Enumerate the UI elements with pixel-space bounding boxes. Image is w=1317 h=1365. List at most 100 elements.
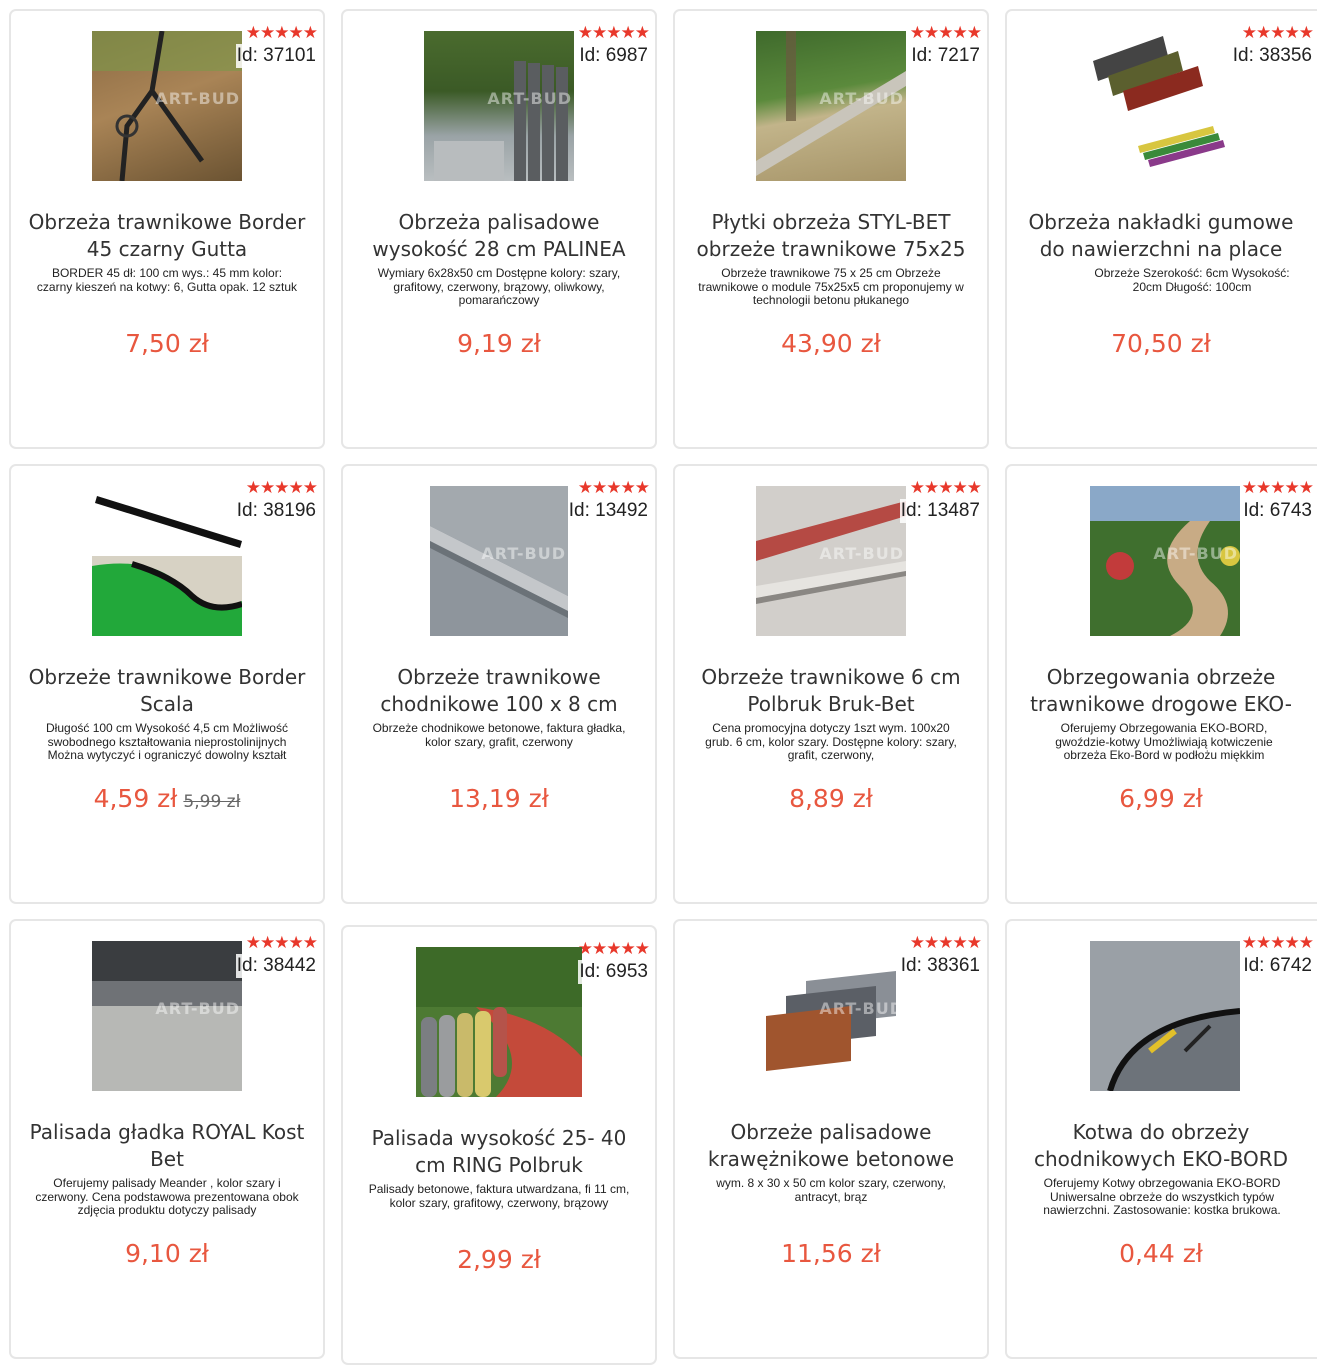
product-card[interactable]: ★★★★★ Id: 38442 ART-BUD Palisada gładka … <box>9 919 325 1359</box>
product-card[interactable]: ★★★★★ Id: 13492 ART-BUD Obrzeże trawniko… <box>341 464 657 904</box>
rating-stars: ★★★★★ <box>1241 478 1314 498</box>
product-price: 0,44 zł <box>1007 1239 1315 1268</box>
product-card[interactable]: ★★★★★ Id: 38196 Obrzeże trawnikowe Borde… <box>9 464 325 904</box>
rating-stars: ★★★★★ <box>577 478 650 498</box>
product-card[interactable]: ★★★★★ Id: 6743 ART-BUD Obrzegowania obrz… <box>1005 464 1317 904</box>
rating-stars: ★★★★★ <box>245 933 318 953</box>
current-price: 7,50 zł <box>125 329 209 358</box>
product-card[interactable]: ★★★★★ Id: 13487 ART-BUD Obrzeże trawniko… <box>673 464 989 904</box>
product-id: Id: 7217 <box>910 44 981 68</box>
rating-stars: ★★★★★ <box>909 23 982 43</box>
ring-palisade-photo <box>416 947 582 1097</box>
current-price: 0,44 zł <box>1119 1239 1203 1268</box>
rating-stars: ★★★★★ <box>245 23 318 43</box>
product-description: Obrzeże trawnikowe 75 x 25 cm Obrzeże tr… <box>698 267 964 307</box>
product-title[interactable]: Obrzeże trawnikowe 6 cm Polbruk Bruk-Bet <box>689 664 973 718</box>
product-title[interactable]: Kotwa do obrzeży chodnikowych EKO-BORD <box>1021 1119 1301 1173</box>
product-image[interactable]: ART-BUD <box>756 486 906 636</box>
product-image[interactable]: ART-BUD <box>92 31 242 181</box>
rating-stars: ★★★★★ <box>1241 23 1314 43</box>
product-title[interactable]: Palisada wysokość 25- 40 cm RING Polbruk <box>357 1125 641 1179</box>
product-image[interactable]: ART-BUD <box>756 941 906 1091</box>
product-title[interactable]: Obrzeża trawnikowe Border 45 czarny Gutt… <box>25 209 309 263</box>
product-id: Id: 6953 <box>578 960 649 984</box>
product-description: Cena promocyjna dotyczy 1szt wym. 100x20… <box>705 722 957 762</box>
product-image[interactable]: ART-BUD <box>92 941 242 1091</box>
product-price: 11,56 zł <box>675 1239 987 1268</box>
product-id: Id: 37101 <box>235 44 317 68</box>
product-card[interactable]: ★★★★★ Id: 38361 ART-BUD Obrzeże palisado… <box>673 919 989 1359</box>
product-card[interactable]: ★★★★★ Id: 6953 Palisada wysokość 25- 40 … <box>341 925 657 1365</box>
product-image[interactable]: ART-BUD <box>756 31 906 181</box>
product-title[interactable]: Palisada gładka ROYAL Kost Bet <box>25 1119 309 1173</box>
product-price: 8,89 zł <box>675 784 987 813</box>
product-title[interactable]: Obrzegowania obrzeże trawnikowe drogowe … <box>1021 664 1301 718</box>
product-description: Oferujemy Obrzegowania EKO-BORD, gwoździ… <box>1055 722 1273 762</box>
current-price: 2,99 zł <box>457 1245 541 1274</box>
rating-stars: ★★★★★ <box>1241 933 1314 953</box>
watermark: ART-BUD <box>819 999 904 1018</box>
product-image[interactable] <box>1083 31 1233 181</box>
watermark: ART-BUD <box>487 89 572 108</box>
product-id: Id: 38361 <box>899 954 981 978</box>
product-id: Id: 38356 <box>1231 44 1313 68</box>
rubber-edging-photo <box>1093 36 1225 167</box>
eko-bord-anchor-photo <box>1090 941 1240 1091</box>
product-price: 7,50 zł <box>11 329 323 358</box>
rating-stars: ★★★★★ <box>577 23 650 43</box>
product-description: wym. 8 x 30 x 50 cm kolor szary, czerwon… <box>716 1177 946 1204</box>
product-id: Id: 6987 <box>578 44 649 68</box>
product-id: Id: 13487 <box>899 499 981 523</box>
rating-stars: ★★★★★ <box>909 933 982 953</box>
border-scala-photo <box>92 496 242 636</box>
product-image[interactable] <box>92 486 242 636</box>
current-price: 11,56 zł <box>781 1239 881 1268</box>
product-title[interactable]: Obrzeże trawnikowe Border Scala <box>25 664 309 718</box>
product-card[interactable]: ★★★★★ Id: 38356 Obrzeża nakładki gumowe … <box>1005 9 1317 449</box>
product-description: Oferujemy Kotwy obrzegowania EKO-BORD Un… <box>1043 1177 1281 1217</box>
current-price: 8,89 zł <box>789 784 873 813</box>
watermark: ART-BUD <box>155 89 240 108</box>
product-title[interactable]: Obrzeże palisadowe krawężnikowe betonowe <box>689 1119 973 1173</box>
product-image[interactable] <box>1090 941 1240 1091</box>
current-price: 43,90 zł <box>781 329 881 358</box>
watermark: ART-BUD <box>819 544 904 563</box>
product-card[interactable]: ★★★★★ Id: 6987 ART-BUD Obrzeża palisadow… <box>341 9 657 449</box>
product-description: Długość 100 cm Wysokość 4,5 cm Możliwość… <box>46 722 288 762</box>
product-card[interactable]: ★★★★★ Id: 6742 Kotwa do obrzeży chodniko… <box>1005 919 1317 1359</box>
product-description: Obrzeże Szerokość: 6cm Wysokość: 20cm Dł… <box>1094 267 1290 294</box>
product-image[interactable]: ART-BUD <box>430 486 568 636</box>
product-price: 2,99 zł <box>343 1245 655 1274</box>
product-price: 9,10 zł <box>11 1239 323 1268</box>
watermark: ART-BUD <box>155 999 240 1018</box>
rating-stars: ★★★★★ <box>245 478 318 498</box>
product-price: 9,19 zł <box>343 329 655 358</box>
product-description: Obrzeże chodnikowe betonowe, faktura gła… <box>372 722 626 749</box>
product-description: Oferujemy palisady Meander , kolor szary… <box>35 1177 299 1217</box>
product-image[interactable]: ART-BUD <box>1090 486 1240 636</box>
product-card[interactable]: ★★★★★ Id: 37101 ART-BUD Obrzeża trawniko… <box>9 9 325 449</box>
watermark: ART-BUD <box>819 89 904 108</box>
watermark: ART-BUD <box>1153 544 1238 563</box>
product-id: Id: 6742 <box>1242 954 1313 978</box>
product-id: Id: 13492 <box>567 499 649 523</box>
product-description: Wymiary 6x28x50 cm Dostępne kolory: szar… <box>377 267 621 307</box>
current-price: 9,10 zł <box>125 1239 209 1268</box>
product-id: Id: 38442 <box>235 954 317 978</box>
product-title[interactable]: Obrzeże trawnikowe chodnikowe 100 x 8 cm <box>357 664 641 718</box>
product-title[interactable]: Obrzeża palisadowe wysokość 28 cm PALINE… <box>357 209 641 263</box>
product-description: Palisady betonowe, faktura utwardzana, f… <box>368 1183 630 1210</box>
product-image[interactable]: ART-BUD <box>424 31 574 181</box>
current-price: 70,50 zł <box>1111 329 1211 358</box>
rating-stars: ★★★★★ <box>909 478 982 498</box>
current-price: 9,19 zł <box>457 329 541 358</box>
current-price: 6,99 zł <box>1119 784 1203 813</box>
watermark: ART-BUD <box>481 544 566 563</box>
product-card[interactable]: ★★★★★ Id: 7217 ART-BUD Płytki obrzeża ST… <box>673 9 989 449</box>
product-description: BORDER 45 dł: 100 cm wys.: 45 mm kolor: … <box>36 267 298 294</box>
product-title[interactable]: Płytki obrzeża STYL-BET obrzeże trawniko… <box>689 209 973 263</box>
product-price: 4,59 zł 5,99 zł <box>11 784 323 813</box>
product-title[interactable]: Obrzeża nakładki gumowe do nawierzchni n… <box>1021 209 1301 263</box>
current-price: 4,59 zł <box>93 784 178 813</box>
product-image[interactable] <box>416 947 582 1097</box>
